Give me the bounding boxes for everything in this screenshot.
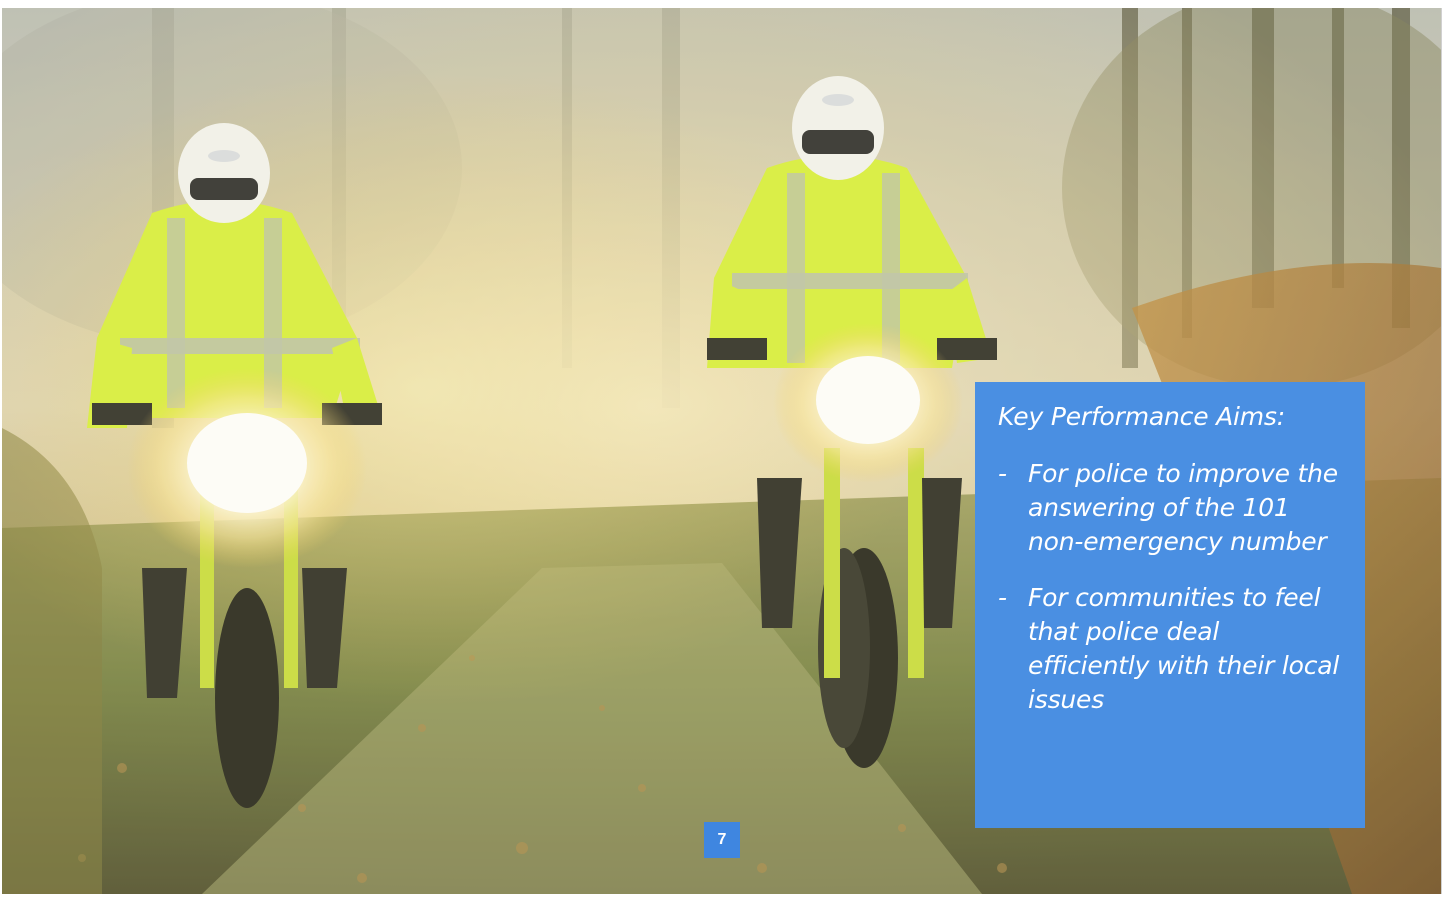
key-performance-aims-panel: Key Performance Aims: - For police to im… xyxy=(975,382,1365,828)
kpi-item-text: For communities to feel that police deal… xyxy=(1028,583,1340,714)
document-page: Key Performance Aims: - For police to im… xyxy=(0,0,1451,897)
kpi-title: Key Performance Aims: xyxy=(998,402,1285,431)
kpi-bullet: - xyxy=(998,583,1007,612)
kpi-item: - For communities to feel that police de… xyxy=(998,581,1341,717)
kpi-item: - For police to improve the answering of… xyxy=(998,457,1341,559)
kpi-bullet: - xyxy=(998,459,1007,488)
page-number-badge: 7 xyxy=(704,822,740,858)
kpi-list: - For police to improve the answering of… xyxy=(998,457,1341,717)
kpi-item-text: For police to improve the answering of t… xyxy=(1028,459,1338,556)
